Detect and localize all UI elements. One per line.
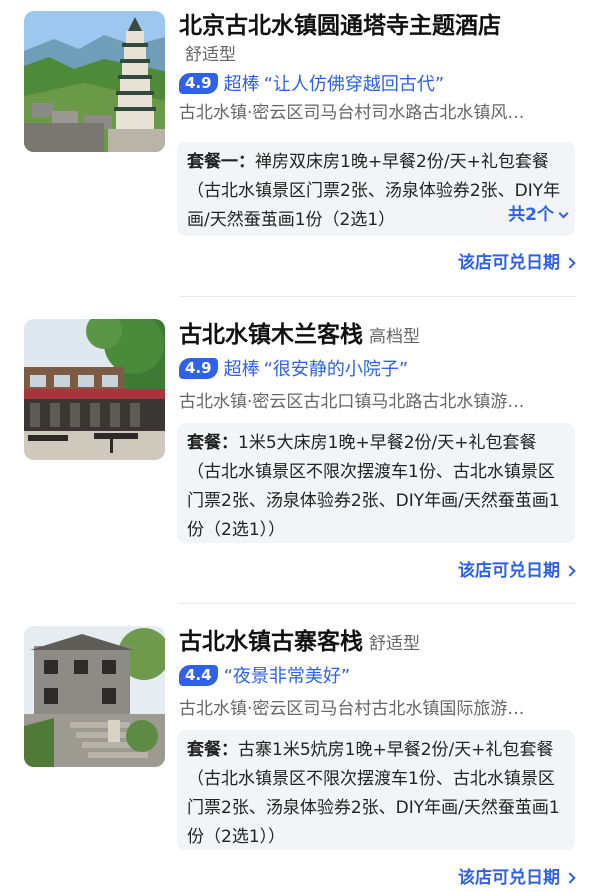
hotel-name-row: 古北水镇古寨客栈 舒适型: [179, 626, 578, 660]
hotel-name-row: 古北水镇木兰客栈 高档型: [179, 319, 578, 353]
hotel-card[interactable]: 古北水镇木兰客栈 高档型 4.9 超棒 “很安静的小院子” 古北水镇·密云区古北口…: [0, 297, 600, 603]
package-label: 套餐一：: [187, 152, 255, 172]
available-dates-link[interactable]: 该店可兑日期: [458, 866, 576, 890]
score-badge: 4.9: [179, 357, 218, 379]
courtyard-photo: [24, 319, 165, 460]
available-dates-label: 该店可兑日期: [458, 561, 560, 581]
package-text: 1米5大床房1晚+早餐2份/天+礼包套餐（古北水镇景区不限次摆渡车1份、古北水镇…: [187, 433, 560, 540]
available-dates-link[interactable]: 该店可兑日期: [458, 251, 576, 275]
chevron-down-icon: [558, 208, 569, 219]
hotel-name[interactable]: 古北水镇古寨客栈: [179, 629, 363, 655]
hotel-type: 舒适型: [369, 634, 420, 654]
chevron-right-icon: [564, 565, 576, 577]
score-badge: 4.9: [179, 72, 218, 94]
package-text: 古寨1米5炕房1晚+早餐2份/天+礼包套餐（古北水镇景区不限次摆渡车1份、古北水…: [187, 740, 560, 847]
review-quote: “让人仿佛穿越回古代”: [263, 74, 445, 95]
hotel-name[interactable]: 古北水镇木兰客栈: [179, 322, 363, 348]
hotel-card[interactable]: 北京古北水镇圆通塔寺主题酒店 舒适型 4.9 超棒 “让人仿佛穿越回古代” 古北…: [0, 0, 600, 296]
rating-level: 超棒: [223, 359, 260, 380]
review-quote: “夜景非常美好”: [223, 666, 351, 687]
package-label: 套餐：: [187, 740, 238, 760]
available-dates-link[interactable]: 该店可兑日期: [458, 559, 576, 583]
package-label: 套餐：: [187, 433, 238, 453]
hotel-name[interactable]: 北京古北水镇圆通塔寺主题酒店: [179, 10, 578, 42]
rating-row: 4.9 超棒 “让人仿佛穿越回古代”: [179, 70, 578, 96]
hotel-type: 舒适型: [185, 45, 236, 65]
hotel-photo[interactable]: [24, 319, 165, 460]
package-more-label: 共2个: [508, 205, 554, 225]
package-box[interactable]: 套餐一：禅房双床房1晚+早餐2份/天+礼包套餐（古北水镇景区门票2张、汤泉体验券…: [177, 142, 575, 236]
chevron-right-icon: [564, 872, 576, 884]
hotel-card[interactable]: 古北水镇古寨客栈 舒适型 4.4 “夜景非常美好” 古北水镇·密云区司马台村古北水…: [0, 604, 600, 892]
rating-row: 4.4 “夜景非常美好”: [179, 662, 578, 688]
score-badge: 4.4: [179, 664, 218, 686]
available-dates-label: 该店可兑日期: [458, 868, 560, 888]
rating-row: 4.9 超棒 “很安静的小院子”: [179, 355, 578, 381]
review-quote: “很安静的小院子”: [263, 359, 409, 380]
stone-house-photo: [24, 626, 165, 767]
hotel-photo[interactable]: [24, 626, 165, 767]
hotel-photo[interactable]: [24, 11, 165, 152]
package-box[interactable]: 套餐：1米5大床房1晚+早餐2份/天+礼包套餐（古北水镇景区不限次摆渡车1份、古…: [177, 423, 575, 543]
package-more-button[interactable]: 共2个: [486, 201, 569, 230]
pagoda-photo: [24, 11, 165, 152]
hotel-address: 古北水镇·密云区古北口镇马北路古北水镇游…: [179, 392, 525, 412]
available-dates-label: 该店可兑日期: [458, 253, 560, 273]
hotel-type: 高档型: [369, 327, 420, 347]
chevron-right-icon: [564, 257, 576, 269]
hotel-list: 北京古北水镇圆通塔寺主题酒店 舒适型 4.9 超棒 “让人仿佛穿越回古代” 古北…: [0, 0, 600, 892]
hotel-address: 古北水镇·密云区司马台村司水路古北水镇风…: [179, 103, 525, 123]
rating-level: 超棒: [223, 74, 260, 95]
hotel-address: 古北水镇·密云区司马台村古北水镇国际旅游…: [179, 699, 525, 719]
package-box[interactable]: 套餐：古寨1米5炕房1晚+早餐2份/天+礼包套餐（古北水镇景区不限次摆渡车1份、…: [177, 730, 575, 850]
